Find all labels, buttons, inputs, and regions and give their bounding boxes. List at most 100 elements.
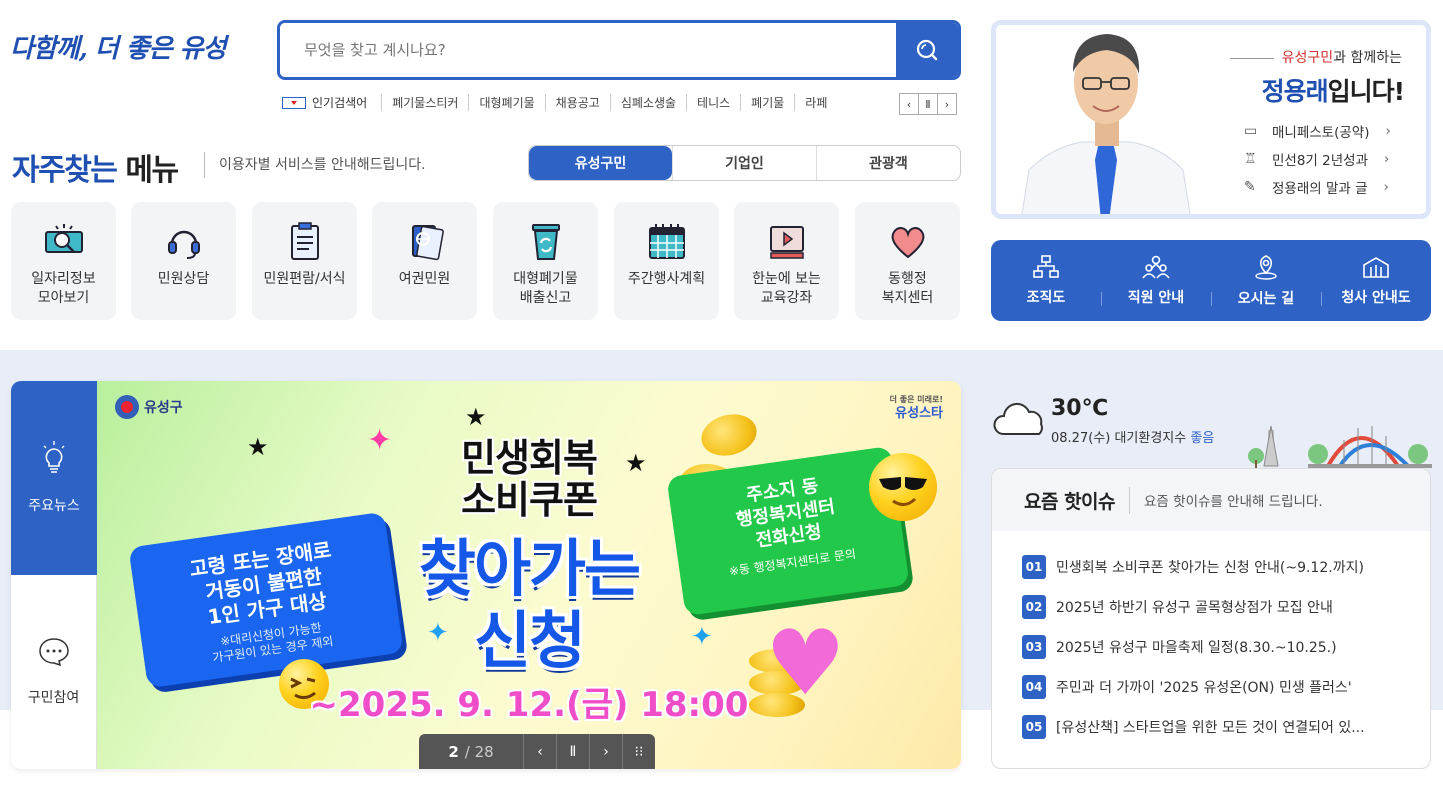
- banner-pager: 2 / 28 ‹ Ⅱ › ⁝⁝: [419, 734, 655, 769]
- info-label: 조직도: [1026, 289, 1066, 306]
- menu-tile-weekly-events[interactable]: 주간행사계획: [614, 202, 719, 320]
- org-chart-link[interactable]: 조직도: [991, 240, 1101, 321]
- trophy-icon: ♖: [1244, 151, 1257, 167]
- emblem-icon: [115, 395, 139, 419]
- mayor-link-label: 민선8기 2년성과: [1272, 153, 1368, 169]
- office-info-box: 조직도 직원 안내 오시는 길 청사 안내도: [991, 240, 1431, 321]
- issue-item[interactable]: 01 민생회복 소비쿠폰 찾아가는 신청 안내(~9.12.까지): [1022, 555, 1412, 579]
- popular-keyword[interactable]: 라페: [794, 94, 837, 111]
- pause-button[interactable]: Ⅱ: [918, 93, 938, 115]
- issue-item[interactable]: 04 주민과 더 가까이 '2025 유성온(ON) 민생 플러스': [1022, 675, 1412, 699]
- search-input[interactable]: [280, 23, 896, 77]
- frequent-menu-subtitle: 이용자별 서비스를 안내해드립니다.: [204, 152, 426, 178]
- frequent-menu-title: 자주찾는 메뉴: [12, 145, 179, 189]
- popular-keyword[interactable]: 대형폐기물: [468, 94, 544, 111]
- current-page: 2: [448, 742, 459, 761]
- calendar-icon: [645, 220, 689, 264]
- menu-tile-label: 민원편람/서식: [263, 271, 346, 287]
- mayor-link-label: 정용래의 말과 글: [1272, 181, 1368, 197]
- banner-brand-left: 유성구: [115, 395, 183, 419]
- view-all-button[interactable]: ⁝⁝: [622, 734, 655, 769]
- popular-keyword[interactable]: 심폐소생술: [609, 94, 686, 111]
- weather-details: 08.27(수) 대기환경지수 좋음: [1051, 427, 1214, 446]
- site-logo[interactable]: 다함께, 더 좋은 유성: [10, 28, 227, 65]
- frequent-title-part: 자주찾는: [12, 153, 118, 188]
- issue-number: 05: [1022, 715, 1046, 739]
- user-type-tabs: 유성구민 기업인 관광객: [528, 145, 961, 181]
- banner-headline: 찾아가는 신청: [97, 533, 961, 677]
- pause-slide-button[interactable]: Ⅱ: [556, 734, 589, 769]
- popular-keyword[interactable]: 폐기물스티커: [381, 94, 468, 111]
- mayor-name: 정용래입니다!: [1262, 72, 1405, 108]
- popular-keywords: 인기검색어 폐기물스티커 대형폐기물 채용공고 심폐소생술 테니스 폐기물 라페: [282, 94, 837, 111]
- chevron-right-icon: ›: [1383, 179, 1389, 195]
- building-map-link[interactable]: 청사 안내도: [1321, 240, 1431, 321]
- weather-date: 08.27(수): [1051, 431, 1111, 446]
- issue-number: 03: [1022, 635, 1046, 659]
- tab-main-news[interactable]: 주요뉴스: [11, 381, 103, 575]
- issue-item[interactable]: 03 2025년 유성구 마을축제 일정(8.30.~10.25.): [1022, 635, 1412, 659]
- menu-tile-label: 동행정 복지센터: [881, 271, 934, 306]
- directions-link[interactable]: 오시는 길: [1211, 240, 1321, 321]
- chat-bubble-icon: [38, 638, 69, 667]
- mayor-photo[interactable]: [1021, 20, 1191, 219]
- popular-keyword[interactable]: 테니스: [686, 94, 740, 111]
- search-button[interactable]: [896, 23, 958, 77]
- popular-keyword[interactable]: 채용공고: [544, 94, 610, 111]
- next-button[interactable]: ›: [937, 93, 957, 115]
- menu-tile-job-info[interactable]: 일자리정보 모아보기: [11, 202, 116, 320]
- next-slide-button[interactable]: ›: [589, 734, 622, 769]
- menu-tile-passport[interactable]: 여권민원: [372, 202, 477, 320]
- staff-icon: [1142, 255, 1170, 279]
- menu-tile-label: 한눈에 보는 교육강좌: [752, 271, 821, 306]
- info-label: 직원 안내: [1127, 289, 1185, 306]
- news-banner[interactable]: 유성구 더 좋은 미래로! 유성스타 ★ ★ ✦ ★ ✦ ✦ 고령 또는 장애로 …: [97, 381, 961, 769]
- hot-issues-title: 요즘 핫이슈: [1024, 486, 1131, 514]
- org-chart-icon: [1033, 254, 1059, 278]
- issue-number: 01: [1022, 555, 1046, 579]
- weather-temperature: 30℃: [1051, 396, 1109, 421]
- banner-brand-main: 유성스타: [895, 406, 943, 421]
- mayor-link-writings[interactable]: ✎ 정용래의 말과 글 ›: [1244, 173, 1391, 201]
- note-icon: ✎: [1244, 179, 1256, 195]
- hot-issues-header: 요즘 핫이슈 요즘 핫이슈를 안내해 드립니다.: [992, 469, 1430, 531]
- prev-button[interactable]: ‹: [899, 93, 919, 115]
- info-label: 청사 안내도: [1341, 289, 1411, 306]
- banner-brand-small: 더 좋은 미래로!: [889, 395, 943, 404]
- banner-title-line: 민생회복: [461, 436, 598, 480]
- air-quality-value: 좋음: [1190, 431, 1215, 446]
- staff-link[interactable]: 직원 안내: [1101, 240, 1211, 321]
- menu-tile-consultation[interactable]: 민원상담: [131, 202, 236, 320]
- mayor-tag-text: 과 함께하는: [1333, 50, 1402, 66]
- headset-icon: [162, 220, 206, 264]
- location-icon: [1255, 254, 1277, 280]
- banner-title: 민생회복 소비쿠폰: [97, 437, 961, 521]
- mayor-link-manifesto[interactable]: ▭ 매니페스토(공약) ›: [1244, 117, 1391, 145]
- mayor-link-achievements[interactable]: ♖ 민선8기 2년성과 ›: [1244, 145, 1391, 173]
- issue-text: [유성산책] 스타트업을 위한 모든 것이 연결되어 있...: [1056, 720, 1365, 736]
- tab-business[interactable]: 기업인: [672, 146, 816, 180]
- menu-tile-bulky-waste[interactable]: 대형폐기물 배출신고: [493, 202, 598, 320]
- mayor-links: ▭ 매니페스토(공약) › ♖ 민선8기 2년성과 › ✎ 정용래의 말과 글 ›: [1244, 117, 1391, 201]
- banner-headline-line: 찾아가는: [418, 532, 641, 605]
- tab-tourists[interactable]: 관광객: [816, 146, 960, 180]
- info-label: 오시는 길: [1237, 290, 1295, 307]
- chevron-right-icon: ›: [1384, 151, 1390, 167]
- issue-text: 2025년 하반기 유성구 골목형상점가 모집 안내: [1056, 600, 1333, 616]
- prev-slide-button[interactable]: ‹: [523, 734, 556, 769]
- popular-keyword[interactable]: 폐기물: [740, 94, 794, 111]
- menu-tile-education[interactable]: 한눈에 보는 교육강좌: [734, 202, 839, 320]
- chevron-right-icon: ›: [1385, 123, 1391, 139]
- board-icon: ▭: [1244, 123, 1258, 139]
- issue-item[interactable]: 02 2025년 하반기 유성구 골목형상점가 모집 안내: [1022, 595, 1412, 619]
- issue-item[interactable]: 05 [유성산책] 스타트업을 위한 모든 것이 연결되어 있...: [1022, 715, 1412, 739]
- tab-residents[interactable]: 유성구민: [529, 146, 672, 180]
- mayor-link-label: 매니페스토(공약): [1272, 125, 1370, 141]
- video-icon: [765, 220, 809, 264]
- banner-brand-text: 유성구: [144, 400, 183, 416]
- menu-tile-welfare-center[interactable]: 동행정 복지센터: [855, 202, 960, 320]
- hot-issues-subtitle: 요즘 핫이슈를 안내해 드립니다.: [1144, 494, 1323, 510]
- menu-tile-label: 주간행사계획: [627, 271, 706, 287]
- tab-participation[interactable]: 구민참여: [11, 575, 97, 769]
- menu-tile-forms[interactable]: 민원편람/서식: [252, 202, 357, 320]
